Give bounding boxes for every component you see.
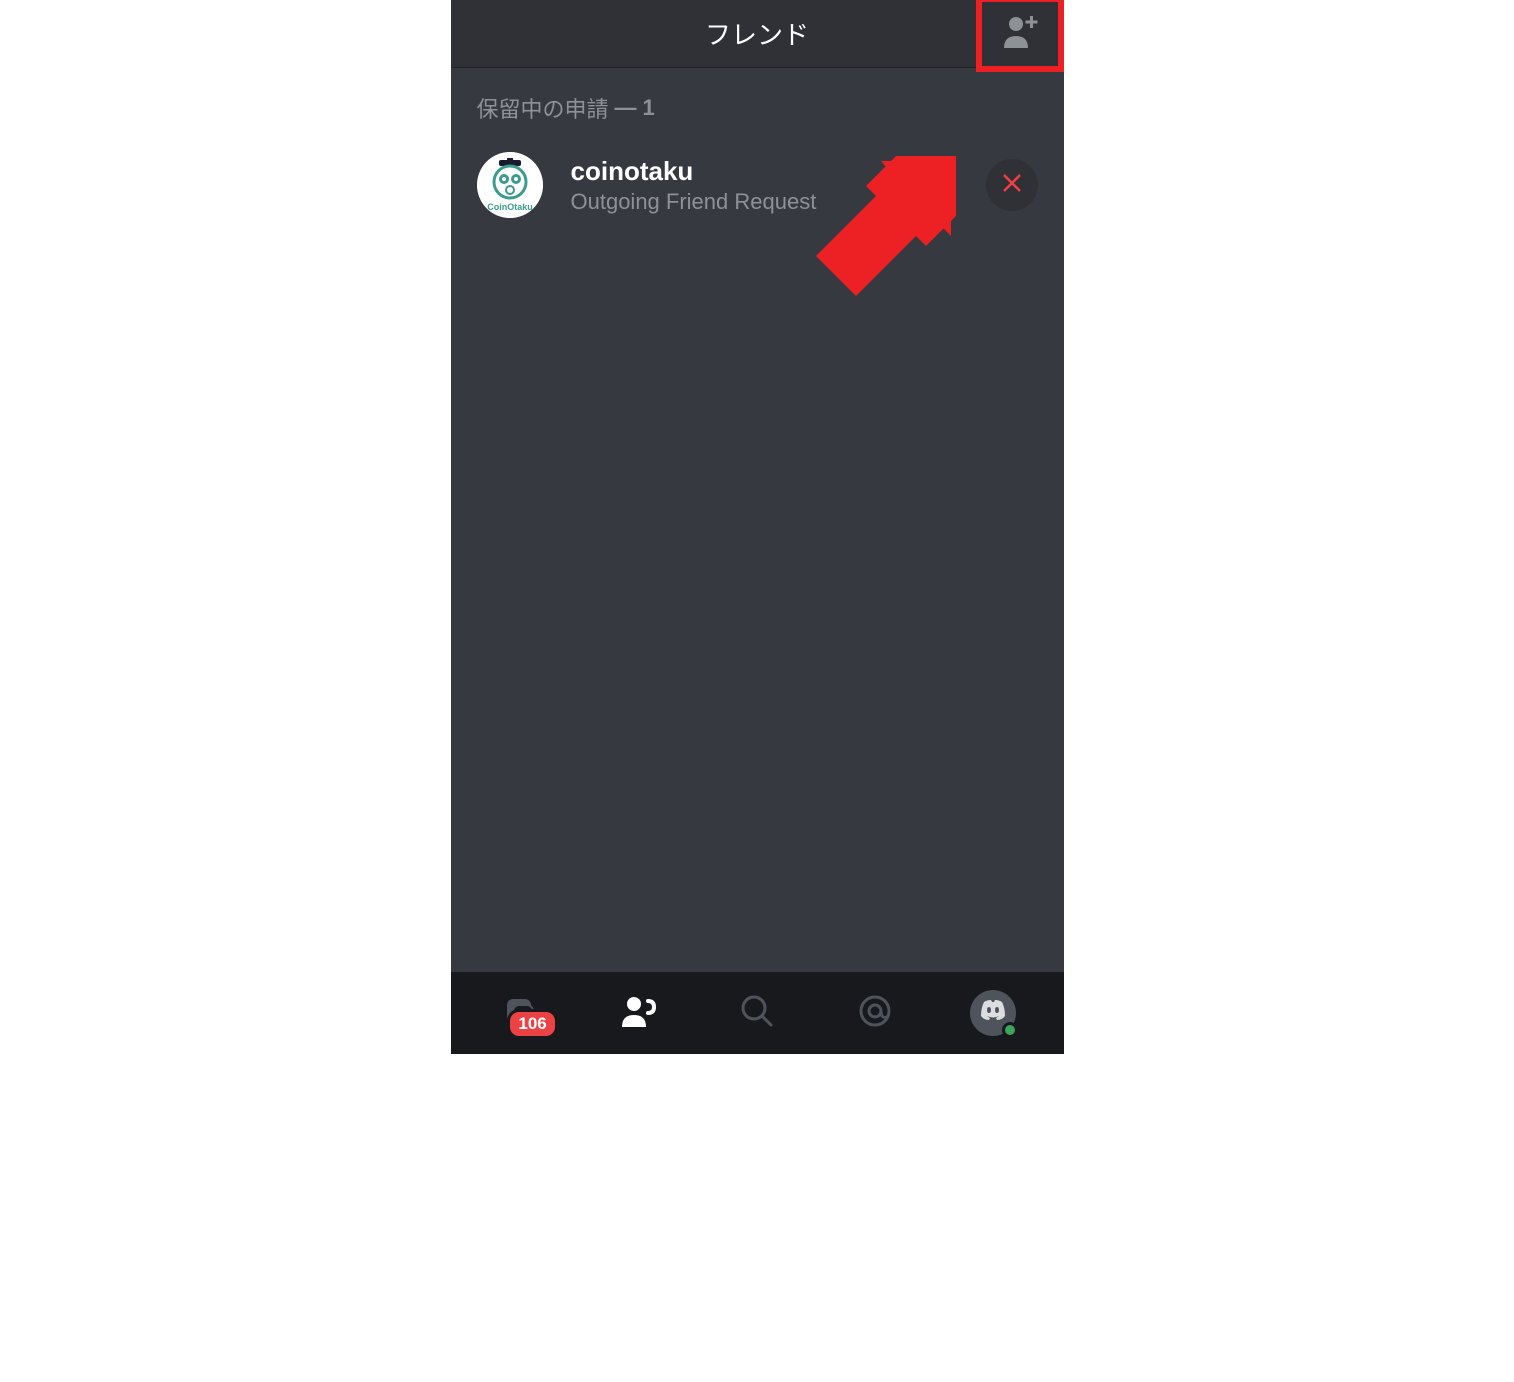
pending-label: 保留中の申請 — [477, 92, 609, 124]
header-bar: フレンド — [451, 0, 1064, 68]
content-area: 保留中の申請 — 1 CoinOtaku — [451, 68, 1064, 972]
mentions-icon — [857, 993, 893, 1034]
friend-username: coinotaku — [571, 156, 958, 187]
friend-info: coinotaku Outgoing Friend Request — [571, 156, 958, 215]
avatar: CoinOtaku — [477, 152, 543, 218]
discord-logo-icon — [979, 1000, 1007, 1027]
profile-avatar — [970, 990, 1016, 1036]
pending-count: 1 — [643, 95, 655, 121]
app-screen: フレンド 保留中の申請 — 1 — [451, 0, 1064, 1054]
friend-request-status: Outgoing Friend Request — [571, 189, 958, 215]
friend-request-item[interactable]: CoinOtaku coinotaku Outgoing Friend Requ… — [477, 144, 1038, 226]
nav-profile[interactable] — [963, 983, 1023, 1043]
page-title: フレンド — [705, 15, 809, 52]
search-icon — [739, 993, 775, 1034]
add-friend-button[interactable] — [976, 0, 1064, 72]
nav-mentions[interactable] — [845, 983, 905, 1043]
add-friend-icon — [998, 14, 1042, 55]
bottom-navigation: 106 — [451, 972, 1064, 1054]
friends-icon — [620, 993, 658, 1034]
svg-text:CoinOtaku: CoinOtaku — [487, 202, 533, 212]
cancel-request-button[interactable] — [986, 159, 1038, 211]
pending-section-header: 保留中の申請 — 1 — [477, 92, 1038, 124]
pending-dash: — — [615, 95, 637, 121]
online-status-indicator — [1002, 1022, 1018, 1038]
notification-badge: 106 — [507, 1009, 557, 1039]
nav-servers[interactable]: 106 — [491, 983, 551, 1043]
nav-search[interactable] — [727, 983, 787, 1043]
nav-friends[interactable] — [609, 983, 669, 1043]
close-icon — [1002, 173, 1022, 198]
